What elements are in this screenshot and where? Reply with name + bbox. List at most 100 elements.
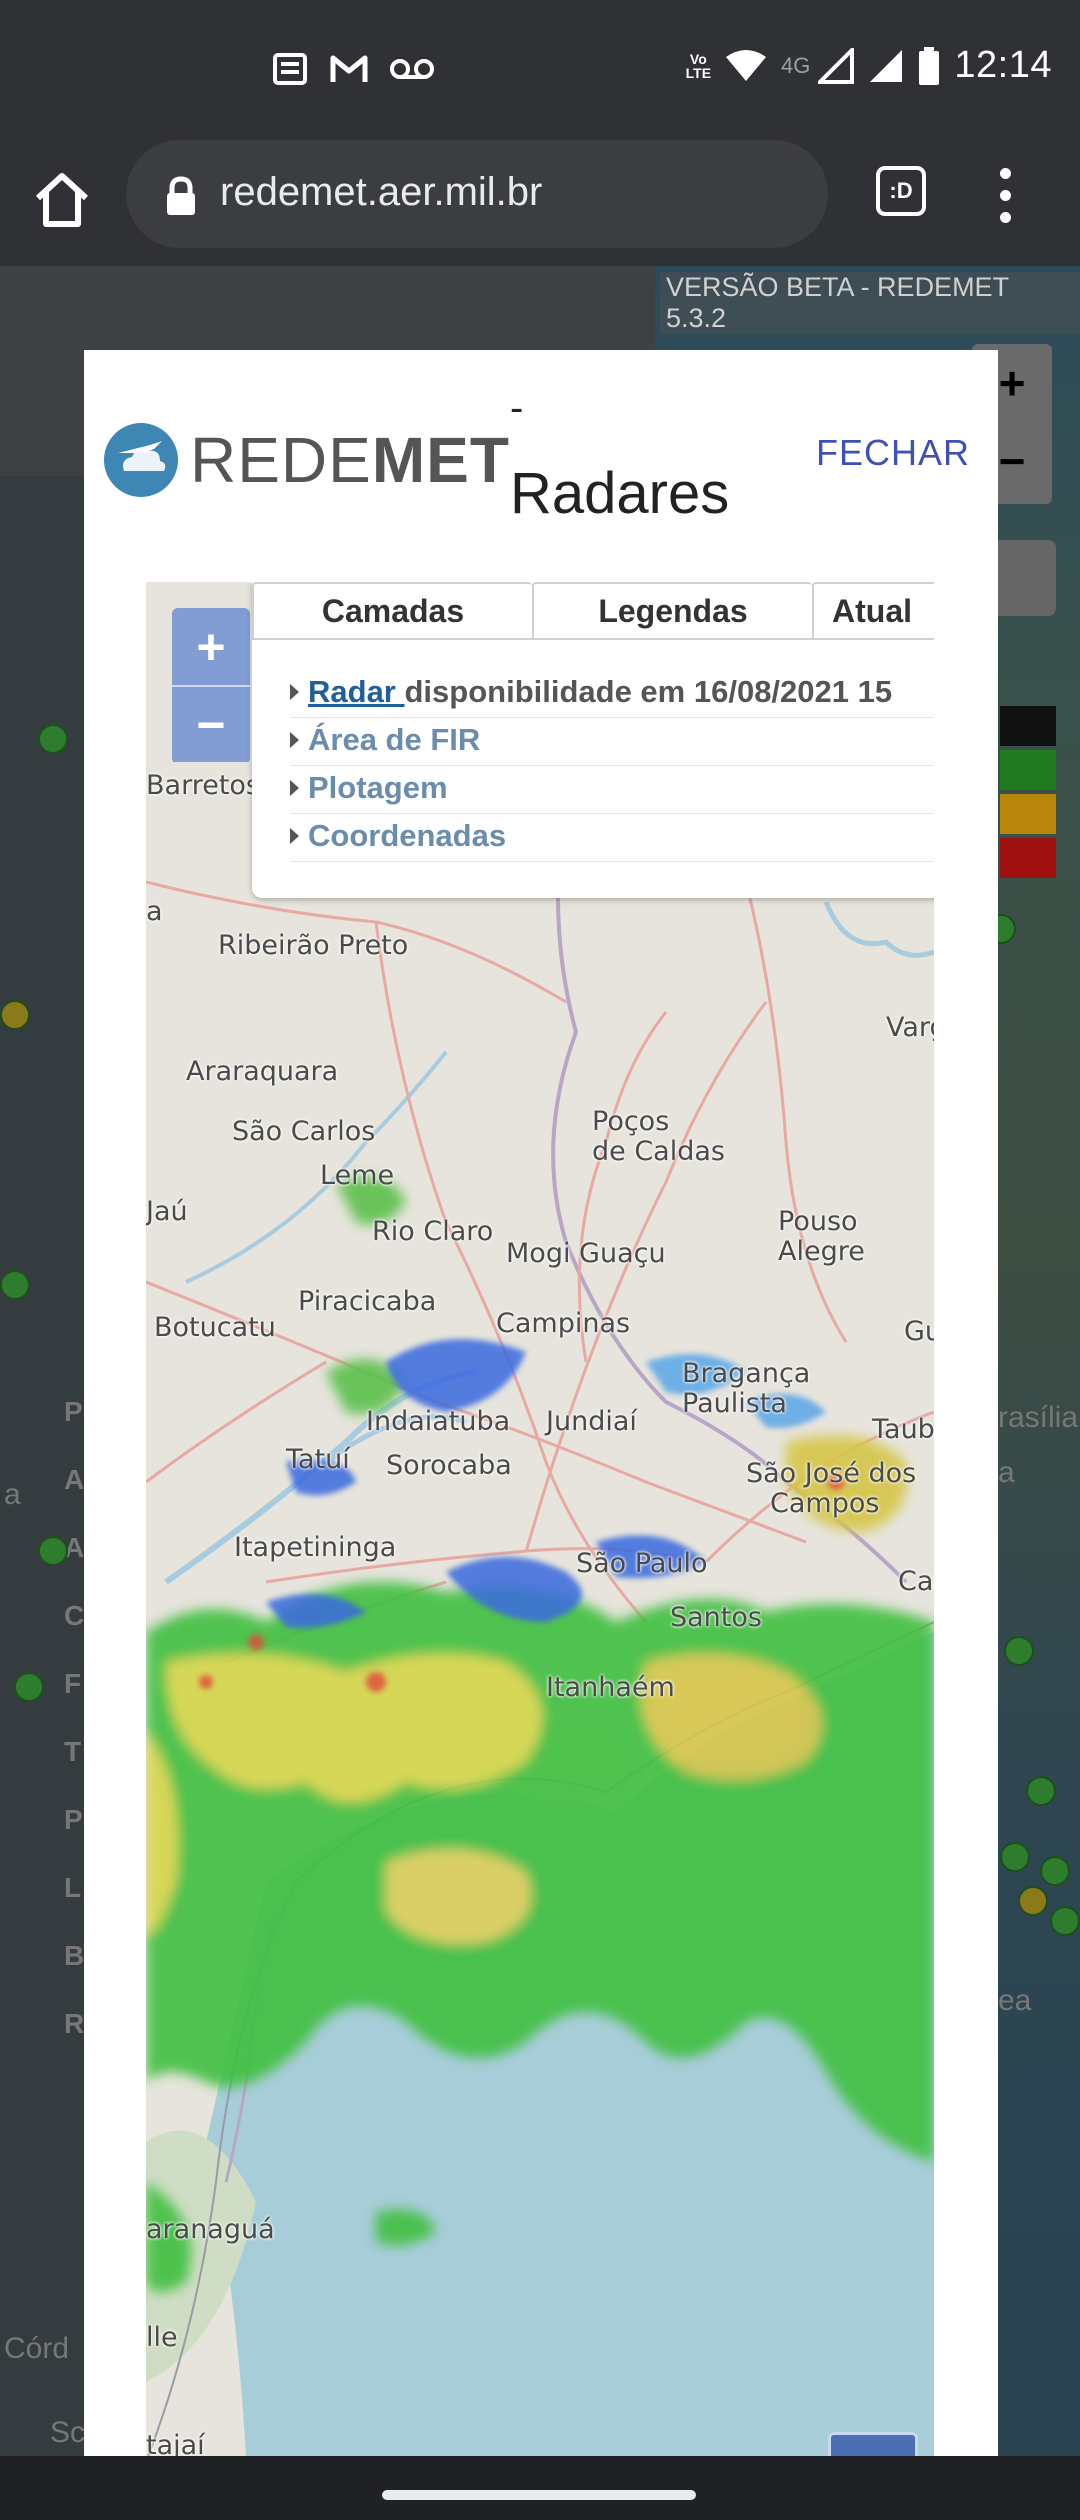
map-city-label: a [146,896,163,927]
background-map-label: rasília [998,1401,1079,1434]
sidebar-letter: F [64,1668,82,1699]
layer-item-plotagem[interactable]: Plotagem [290,766,934,814]
station-dot [1018,1886,1048,1916]
map-city-label: Botucatu [154,1312,276,1343]
map-city-label: tajaí [146,2430,205,2456]
map-city-label: Pouso [778,1206,858,1237]
map-city-label: Taubat [872,1414,934,1445]
logo-text: REDEMET [190,424,510,496]
map-city-label: Indaiatuba [366,1406,511,1437]
zoom-out-button[interactable]: − [172,685,250,762]
tab-atual[interactable]: Atual [812,582,934,640]
layer-item-fir[interactable]: Área de FIR [290,718,934,766]
legend-chip [1000,750,1056,790]
station-dot [14,1672,44,1702]
map-city-label: Campinas [496,1308,631,1339]
background-map-label: ea [998,1984,1032,2017]
map-city-label: Itanhaém [546,1672,675,1703]
expand-triangle-icon [290,684,299,700]
version-label: VERSÃO BETA - REDEMET 5.3.2 [660,272,1080,334]
map-city-label: São Paulo [576,1548,708,1579]
station-dot [1040,1856,1070,1886]
sidebar-letter: T [64,1736,82,1767]
map-city-label: São Carlos [232,1116,376,1147]
background-map-label: Córd [4,2332,70,2365]
radar-availability-text: disponibilidade em 16/08/2021 15 [404,674,893,709]
url-text[interactable]: redemet.aer.mil.br [220,170,542,215]
sidebar-letter: P [64,1804,83,1835]
map-city-label: Araraquara [186,1056,339,1087]
logo-emblem [104,423,178,497]
expand-triangle-icon [290,780,299,796]
station-dot [38,1536,68,1566]
map-city-label: aranaguá [146,2214,275,2245]
station-dot [1004,1636,1034,1666]
map-city-label: Jundiaí [546,1406,637,1437]
map-zoom-control: + − [172,608,250,764]
map-city-label: Rio Claro [372,1216,494,1247]
battery-icon [919,46,940,85]
map-city-label: lle [146,2322,178,2353]
layer-item-label: Área de FIR [308,722,481,757]
map-city-label: Ribeirão Preto [218,930,409,961]
system-nav-bar [0,2456,1080,2520]
map-city-label: São José dos [746,1458,917,1489]
system-icons: Vo LTE 4G 12:14 [686,44,1052,87]
notification-icons [272,52,434,86]
close-button[interactable]: FECHAR [816,432,970,474]
expand-triangle-icon [290,828,299,844]
address-bar[interactable]: redemet.aer.mil.br [126,140,828,248]
tab-camadas[interactable]: Camadas [252,582,532,640]
station-dot [0,1270,30,1300]
layer-panel: Camadas Legendas Atual Radar disponibili… [252,582,934,898]
layer-item-radar[interactable]: Radar disponibilidade em 16/08/2021 15 [290,670,934,718]
tab-switcher-button[interactable]: :D [876,166,926,216]
sidebar-letter: C [64,1600,85,1631]
station-dot [38,724,68,754]
sidebar-letter: L [64,1872,82,1903]
background-map-label: a [4,1478,21,1511]
overflow-menu-icon[interactable] [988,164,1024,228]
station-dot [1026,1776,1056,1806]
radar-map[interactable]: Barretos Ribeirão Preto Araraquara São Carl… [146,582,934,2456]
map-city-label: Gu [904,1316,934,1347]
map-city-label: Santos [670,1602,762,1633]
map-city-label: Poços [592,1106,670,1137]
zoom-in-button[interactable]: + [172,608,250,685]
redemet-logo: REDEMET [104,420,510,500]
home-gesture-pill[interactable] [382,2490,696,2500]
sidebar-letter: A [64,1464,85,1495]
map-city-label: Piracicaba [298,1286,437,1317]
map-city-label: Sorocaba [386,1450,512,1481]
map-city-label: Jaú [146,1196,188,1227]
status-bar: Vo LTE 4G 12:14 [0,0,1080,140]
sidebar-letter: B [64,1940,85,1971]
station-dot [1000,1842,1030,1872]
map-city-label: Mogi Guaçu [506,1238,666,1269]
layer-item-coordenadas[interactable]: Coordenadas [290,814,934,862]
legend-chip [1000,838,1056,878]
layer-list: Radar disponibilidade em 16/08/2021 15 Á… [290,670,934,862]
lock-icon [167,176,195,215]
background-legend [1000,706,1056,882]
legend-chip [1000,706,1056,746]
background-map-label: Sc [50,2416,86,2449]
layer-item-label: Plotagem [308,770,448,805]
home-icon[interactable] [30,168,94,232]
signal-icon [870,49,903,82]
map-city-label: Leme [320,1160,395,1191]
map-city-label: Campos [770,1488,880,1519]
gmail-icon [330,55,368,82]
map-layers-toggle[interactable] [828,2432,918,2456]
radar-modal: REDEMET - Radares FECHAR Barretos Ribeir… [84,350,998,2456]
layer-panel-tabs: Camadas Legendas Atual [252,582,934,640]
tab-legendas[interactable]: Legendas [532,582,812,640]
sidebar-letter: P [64,1396,83,1427]
map-city-label: Carague [898,1566,934,1597]
background-map-label: a [998,1456,1015,1489]
map-city-label: Alegre [778,1236,865,1267]
map-city-label: Varg [886,1012,934,1043]
volte-icon: Vo LTE [685,50,712,81]
map-city-label: Itapetininga [234,1532,397,1563]
radar-link[interactable]: Radar [308,674,404,709]
